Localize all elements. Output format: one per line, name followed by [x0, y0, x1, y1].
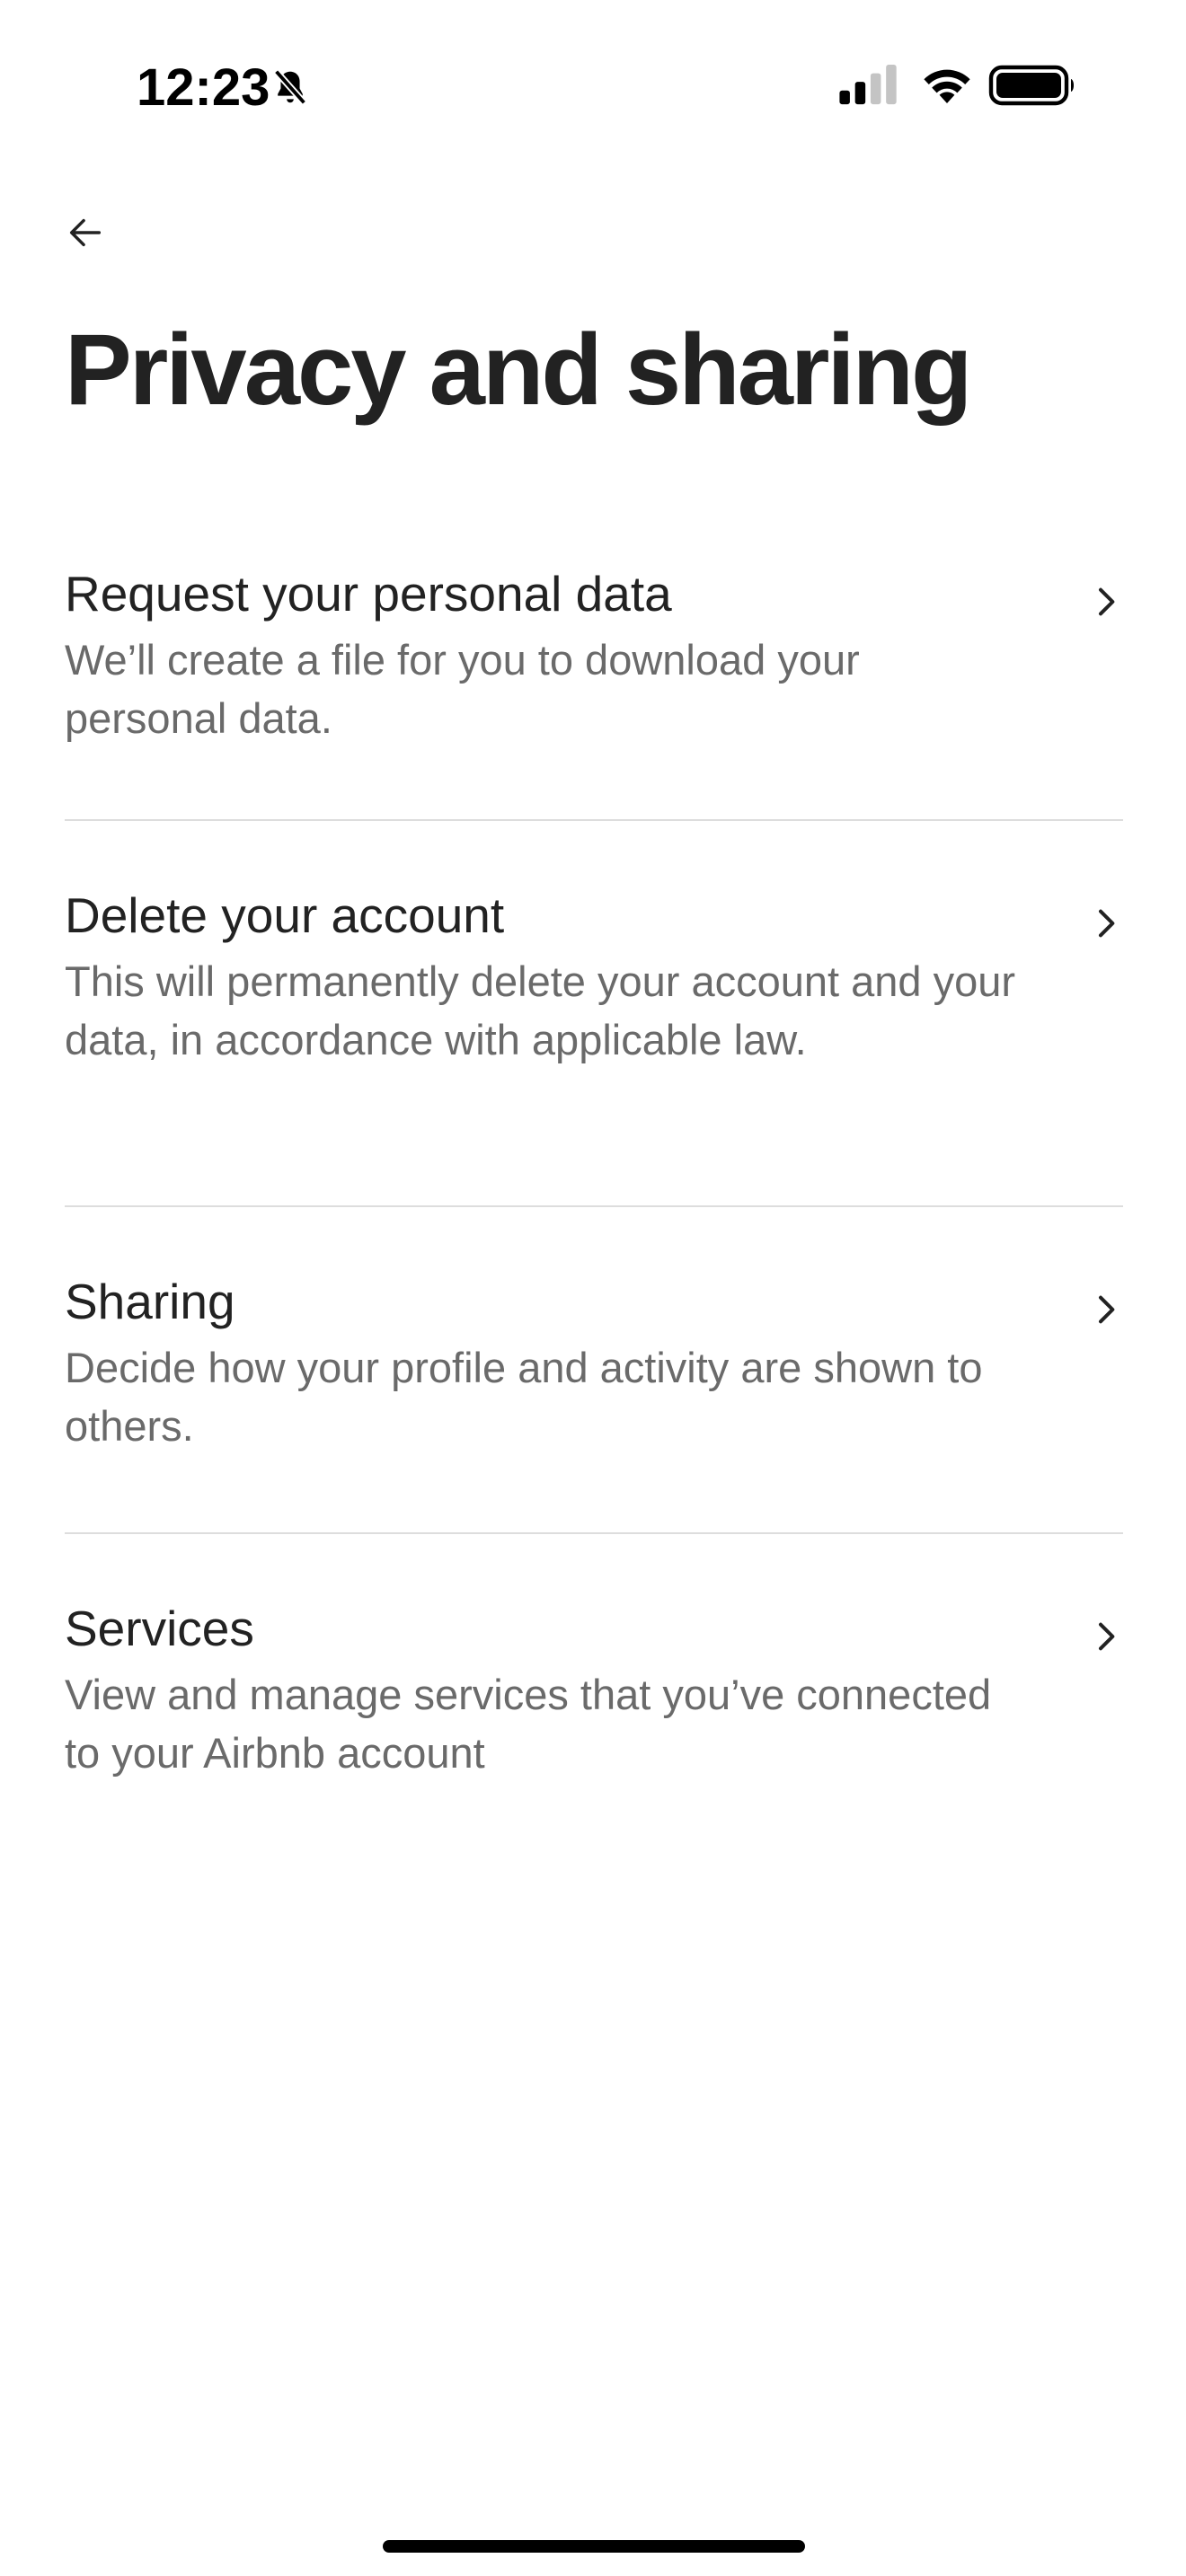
list-item-delete-account[interactable]: Delete your account This will permanentl… [65, 821, 1123, 1207]
status-time: 12:23 [137, 58, 270, 117]
battery-icon [988, 65, 1074, 106]
item-description: Decide how your profile and activity are… [65, 1343, 983, 1451]
status-bar: 12:23 [0, 0, 1186, 171]
item-description: This will permanently delete your accoun… [65, 957, 1016, 1064]
back-button[interactable] [52, 199, 119, 266]
arrow-left-icon [69, 218, 102, 247]
item-title: Sharing [65, 1274, 235, 1329]
list-item-request-personal-data[interactable]: Request your personal data We’ll create … [65, 550, 1123, 821]
item-description: View and manage services that you’ve con… [65, 1670, 992, 1778]
item-description: We’ll create a file for you to download … [65, 635, 860, 743]
list-item-sharing[interactable]: Sharing Decide how your profile and acti… [65, 1207, 1123, 1534]
chevron-right-icon [1099, 587, 1115, 616]
home-indicator[interactable] [383, 2540, 805, 2553]
chevron-right-icon [1099, 1295, 1115, 1324]
bell-slash-icon [273, 69, 307, 105]
item-title: Services [65, 1601, 254, 1656]
wifi-icon [924, 69, 970, 103]
chevron-right-icon [1099, 1622, 1115, 1651]
page-title: Privacy and sharing [65, 313, 972, 426]
item-title: Request your personal data [65, 566, 672, 622]
cellular-signal-icon [839, 65, 897, 105]
chevron-right-icon [1099, 909, 1115, 938]
item-title: Delete your account [65, 887, 505, 943]
settings-list: Request your personal data We’ll create … [65, 550, 1123, 1804]
list-item-services[interactable]: Services View and manage services that y… [65, 1534, 1123, 1804]
